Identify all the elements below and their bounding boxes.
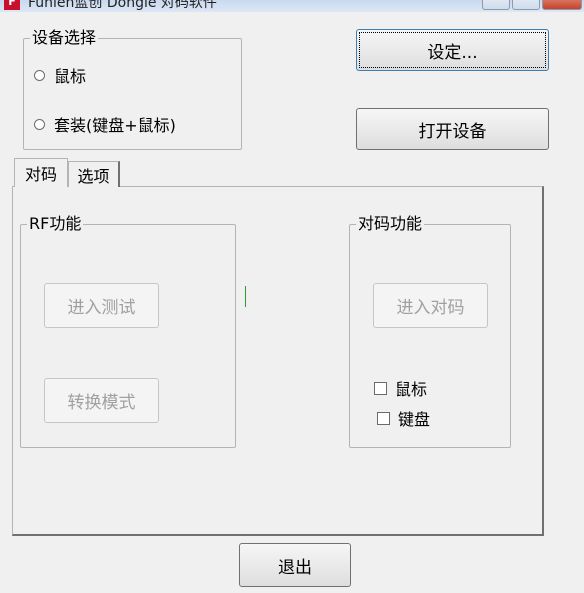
tab-options[interactable]: 选项 <box>68 161 120 187</box>
app-logo-icon: F <box>4 0 20 10</box>
rf-function-title: RF功能 <box>27 214 84 233</box>
radio-kit-label: 套装(键盘+鼠标) <box>54 116 176 135</box>
device-select-title: 设备选择 <box>30 28 99 47</box>
maximize-button[interactable] <box>512 0 540 10</box>
radio-circle-icon[interactable] <box>34 118 45 130</box>
window-title: Funlen蓝创 Dongle 对码软件 <box>28 0 217 11</box>
checkbox-box-icon[interactable] <box>374 381 387 395</box>
open-device-button[interactable]: 打开设备 <box>356 108 549 150</box>
radio-circle-icon[interactable] <box>34 69 45 81</box>
minimize-button[interactable] <box>482 0 510 10</box>
title-bar: F Funlen蓝创 Dongle 对码软件 <box>0 0 584 12</box>
pairing-function-title: 对码功能 <box>356 214 425 233</box>
radio-mouse[interactable]: 鼠标 <box>34 63 86 87</box>
checkbox-keyboard[interactable]: 键盘 <box>377 406 430 430</box>
settings-button[interactable]: 设定... <box>356 29 549 71</box>
exit-button[interactable]: 退出 <box>239 543 351 587</box>
checkbox-box-icon[interactable] <box>377 411 390 425</box>
radio-kit[interactable]: 套装(键盘+鼠标) <box>34 112 176 136</box>
enter-pairing-button[interactable]: 进入对码 <box>373 283 488 328</box>
checkbox-mouse[interactable]: 鼠标 <box>374 376 427 400</box>
status-mark-left <box>245 286 246 307</box>
close-button[interactable] <box>542 0 582 10</box>
tab-pairing[interactable]: 对码 <box>14 158 68 187</box>
enter-test-button[interactable]: 进入测试 <box>44 283 159 328</box>
radio-mouse-label: 鼠标 <box>54 67 87 86</box>
checkbox-keyboard-label: 键盘 <box>398 410 431 429</box>
checkbox-mouse-label: 鼠标 <box>395 380 428 399</box>
switch-mode-button[interactable]: 转换模式 <box>44 378 159 423</box>
